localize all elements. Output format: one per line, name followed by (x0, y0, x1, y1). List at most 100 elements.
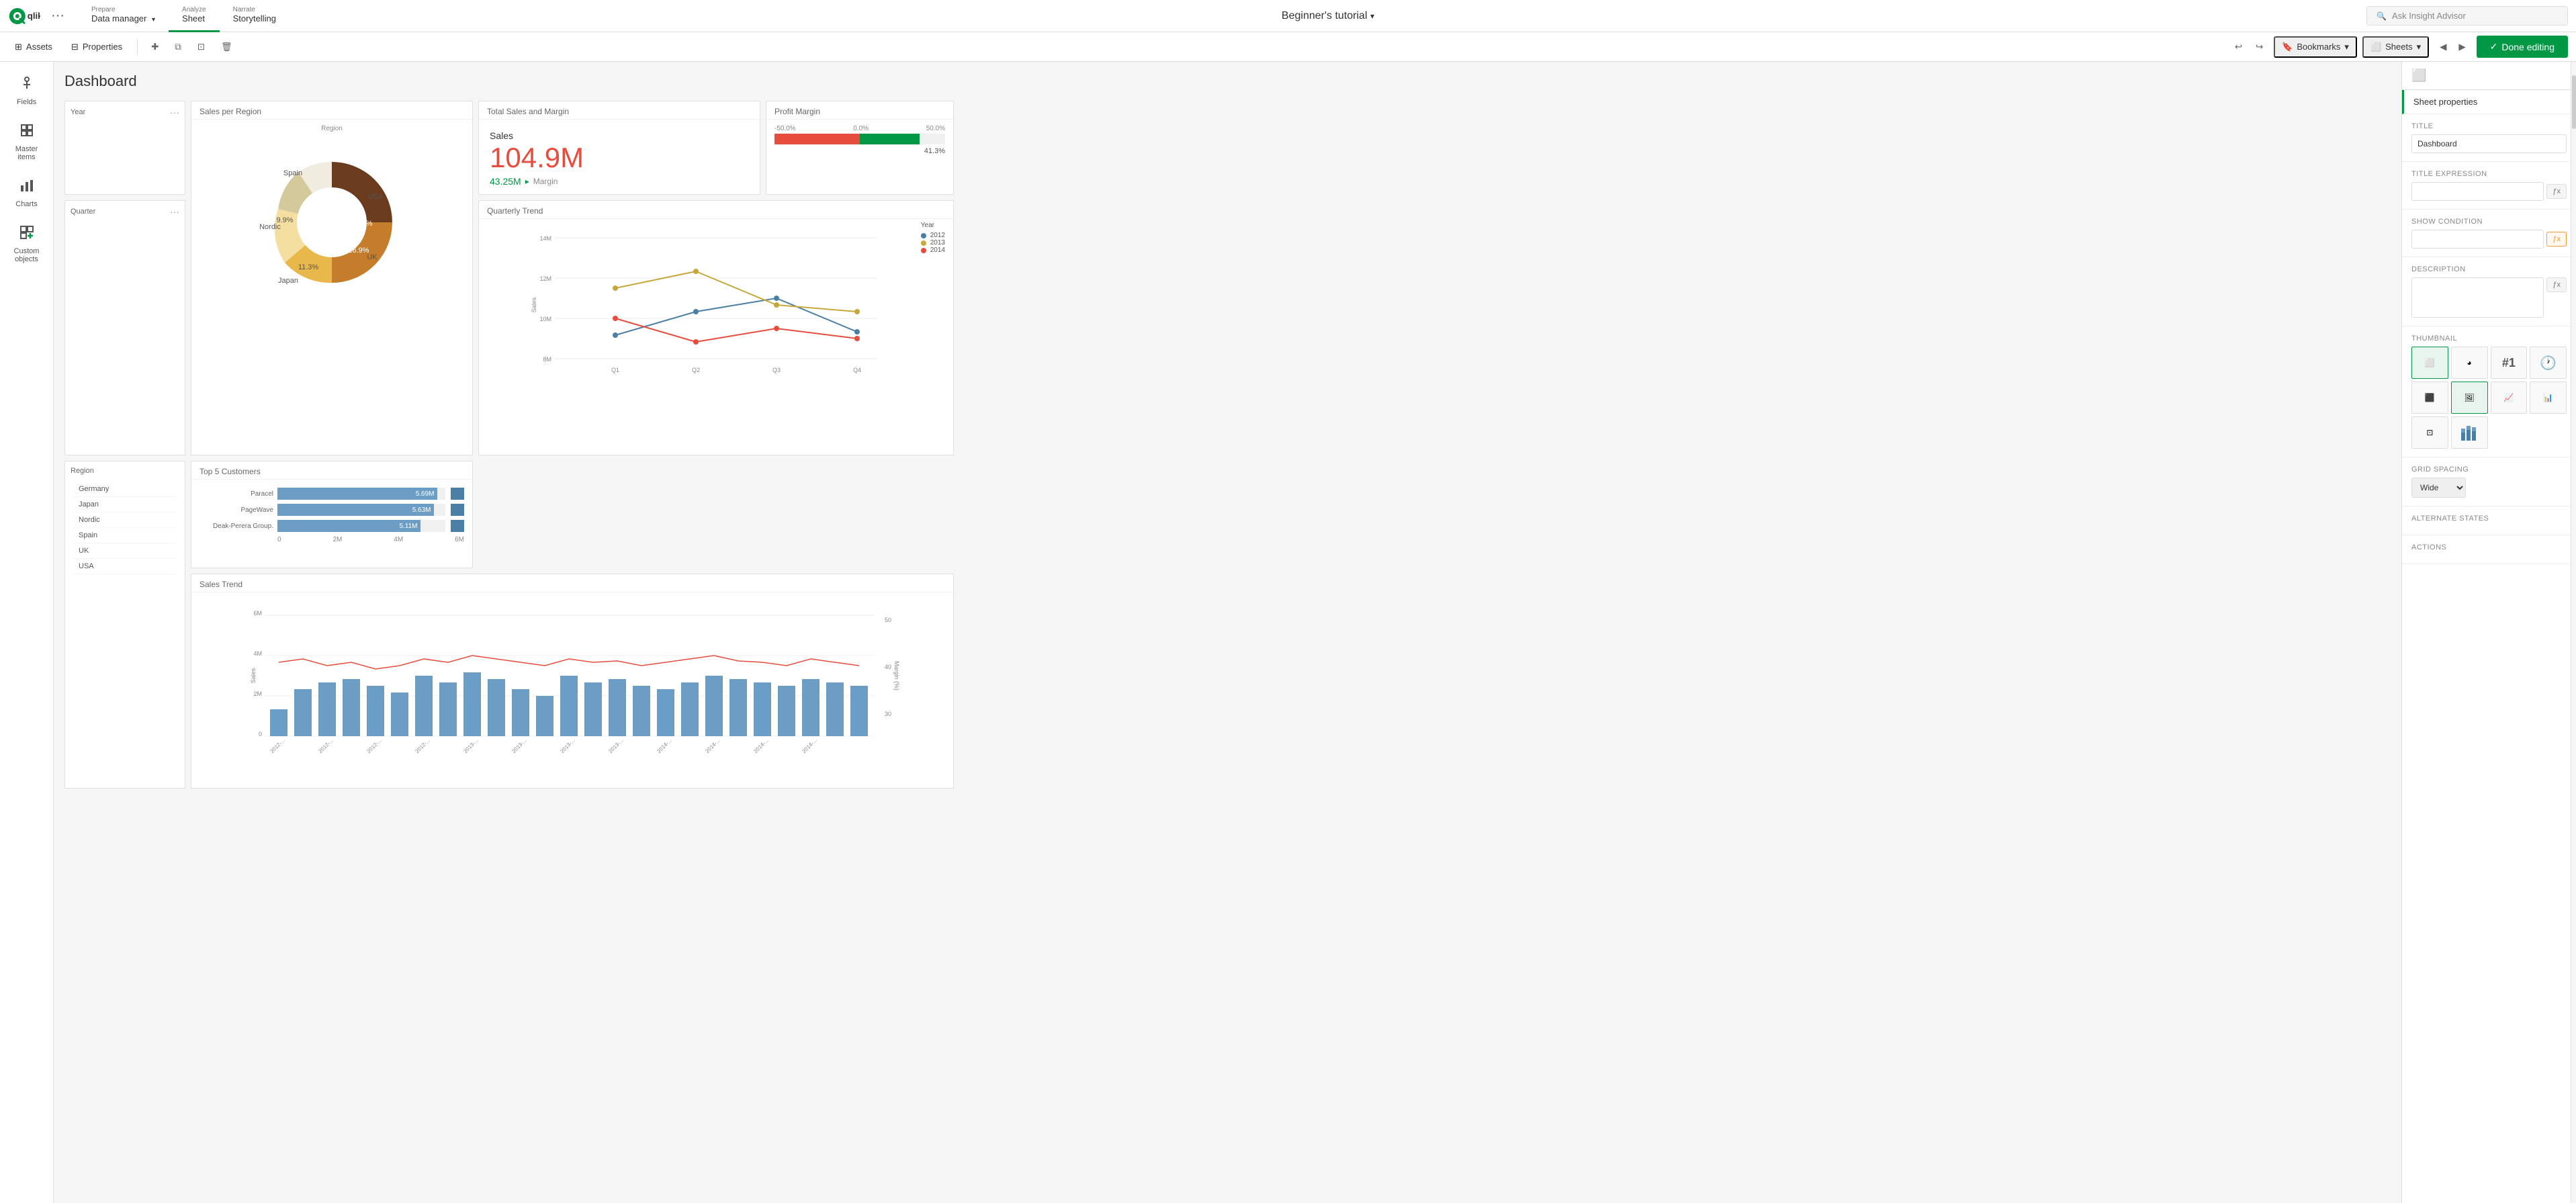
sidebar-item-custom-objects[interactable]: Custom objects (3, 218, 50, 270)
charts-icon (19, 177, 35, 197)
thumb-bar-chart[interactable]: 📊 (2530, 382, 2567, 414)
region-item-usa[interactable]: USA (73, 559, 177, 574)
thumb-line-chart[interactable]: 📈 (2491, 382, 2528, 414)
svg-text:26.9%: 26.9% (348, 247, 369, 255)
sidebar-item-charts[interactable]: Charts (3, 171, 50, 215)
properties-panel-header: ⬜ (2402, 62, 2576, 90)
profit-bar-track (774, 134, 945, 144)
properties-scrollbar[interactable] (2571, 62, 2576, 1203)
quarter-filter-menu[interactable]: ··· (170, 206, 179, 217)
master-items-icon (19, 122, 35, 142)
svg-text:2M: 2M (253, 690, 262, 697)
region-item-uk[interactable]: UK (73, 543, 177, 559)
tab-analyze[interactable]: Analyze Sheet (169, 0, 220, 32)
more-options-button[interactable]: ··· (51, 8, 64, 24)
prop-title-input[interactable] (2411, 134, 2567, 153)
ask-advisor-button[interactable]: 🔍 Ask Insight Advisor (2366, 6, 2568, 26)
sales-per-region-title: Sales per Region (191, 101, 472, 120)
bar-fill-paracel: 5.69M (277, 488, 437, 500)
quarter-filter-widget[interactable]: Quarter ··· (64, 200, 185, 455)
thumb-number-1[interactable]: #1 (2491, 347, 2528, 379)
sheet-canvas[interactable]: Dashboard Year ··· Sales per Region (54, 62, 2401, 1203)
prop-grid-spacing-select[interactable]: Wide Medium Narrow (2411, 478, 2466, 498)
prop-show-cond-input[interactable] (2411, 230, 2544, 249)
tab-narrate-sub: Narrate (233, 6, 276, 13)
svg-text:2014-...: 2014-... (656, 737, 673, 754)
sidebar-item-fields[interactable]: Fields (3, 69, 50, 113)
properties-title-label: Sheet properties (2413, 97, 2477, 107)
scroll-thumb[interactable] (2572, 75, 2576, 129)
bar-thumb-icon: 📊 (2543, 393, 2553, 402)
paste-button[interactable]: ⊡ (192, 38, 210, 56)
year-filter-widget[interactable]: Year ··· (64, 101, 185, 195)
top5-customers-widget[interactable]: Top 5 Customers Paracel 5.69M (191, 461, 473, 568)
stacked-bar-thumb (2460, 423, 2479, 442)
delete-button[interactable]: 🗑 (216, 38, 238, 56)
year-filter-menu[interactable]: ··· (170, 107, 179, 118)
profit-bar-container: -50.0% 0.0% 50.0% 41.3% (766, 120, 953, 161)
sales-trend-widget[interactable]: Sales Trend 6M 4M 2M 0 50 40 30 (191, 574, 954, 789)
prop-description-input[interactable] (2411, 277, 2544, 318)
tab-narrate[interactable]: Narrate Storytelling (220, 0, 290, 32)
bar-chart-container: Paracel 5.69M PageWave (191, 480, 472, 551)
properties-button[interactable]: ⊟ Properties (64, 38, 129, 56)
prop-show-cond-row: ƒx (2411, 230, 2567, 249)
add-button[interactable]: ✚ (146, 38, 164, 56)
fx-button-show-cond[interactable]: ƒx (2546, 232, 2567, 247)
bar-fill-deak-perera: 5.11M (277, 520, 420, 532)
bookmarks-button[interactable]: 🔖 Bookmarks ▾ (2274, 36, 2357, 58)
thumb-sheet-icon[interactable]: ⬜ (2411, 347, 2448, 379)
profit-margin-widget[interactable]: Profit Margin -50.0% 0.0% 50.0% 41.3% (766, 101, 954, 195)
region-filter-label: Region (71, 467, 94, 475)
sheet-thumb-icon: ⬜ (2425, 358, 2435, 367)
thumb-map[interactable]: ⬛ (2411, 382, 2448, 414)
thumb-clock[interactable]: 🕐 (2530, 347, 2567, 379)
qlik-logo[interactable]: qlik (8, 7, 40, 26)
fx-button-desc[interactable]: ƒx (2546, 277, 2567, 292)
svg-text:14M: 14M (539, 235, 551, 242)
tab-prepare[interactable]: Prepare Data manager ▾ (78, 0, 169, 32)
svg-text:Q3: Q3 (772, 367, 781, 373)
prop-actions-label: Actions (2411, 543, 2567, 551)
done-editing-button[interactable]: ✓ Done editing (2477, 36, 2568, 58)
sales-per-region-widget[interactable]: Sales per Region Region (191, 101, 473, 455)
svg-text:2012-...: 2012-... (414, 737, 431, 754)
prop-description-label: Description (2411, 265, 2567, 273)
bar-track-paracel: 5.69M (277, 488, 445, 500)
thumb-small-sheet[interactable]: ⊡ (2411, 416, 2448, 449)
total-sales-margin-widget[interactable]: Total Sales and Margin Sales 104.9M 43.2… (478, 101, 760, 195)
region-item-nordic[interactable]: Nordic (73, 513, 177, 528)
next-sheet-button[interactable]: ▶ (2453, 38, 2471, 56)
region-item-japan[interactable]: Japan (73, 497, 177, 513)
bar-fill-pagewave: 5.63M (277, 504, 434, 516)
svg-text:11.3%: 11.3% (298, 263, 319, 271)
quarterly-trend-widget[interactable]: Quarterly Trend Year 2012 2013 (478, 200, 954, 455)
copy-button[interactable]: ⧉ (169, 38, 187, 56)
svg-text:2012-...: 2012-... (365, 737, 383, 754)
thumb-image[interactable]: 🖼 (2451, 382, 2488, 414)
top-navigation: qlik ··· Prepare Data manager ▾ Analyze … (0, 0, 2576, 32)
sheet-title: Dashboard (64, 73, 2391, 90)
pie-thumb-icon: ◕ (2467, 358, 2472, 367)
region-filter-widget[interactable]: Region Germany Japan Nordic Spain UK USA (64, 461, 185, 789)
thumb-pie-chart[interactable]: ◕ (2451, 347, 2488, 379)
sidebar-item-master-items[interactable]: Master items (3, 116, 50, 168)
thumb-stacked-bar[interactable] (2451, 416, 2488, 449)
svg-text:10M: 10M (539, 316, 551, 322)
sales-kpi-label: Sales (490, 130, 749, 141)
sales-trend-title: Sales Trend (191, 574, 953, 592)
region-item-germany[interactable]: Germany (73, 482, 177, 497)
prev-sheet-button[interactable]: ◀ (2434, 38, 2452, 56)
fx-button-title[interactable]: ƒx (2546, 184, 2567, 199)
undo-button[interactable]: ↩ (2229, 38, 2248, 56)
prop-title-expr-input[interactable] (2411, 182, 2544, 201)
svg-text:2013-...: 2013-... (510, 737, 528, 754)
bookmarks-arrow: ▾ (2344, 42, 2349, 52)
sidebar-master-items-label: Master items (9, 145, 45, 161)
sheets-button[interactable]: ⬜ Sheets ▾ (2362, 36, 2429, 58)
region-item-spain[interactable]: Spain (73, 528, 177, 543)
assets-button[interactable]: ⊞ Assets (8, 38, 59, 56)
top5-customers-title: Top 5 Customers (191, 461, 472, 480)
tab-analyze-main: Sheet (182, 13, 206, 24)
redo-button[interactable]: ↪ (2250, 38, 2268, 56)
